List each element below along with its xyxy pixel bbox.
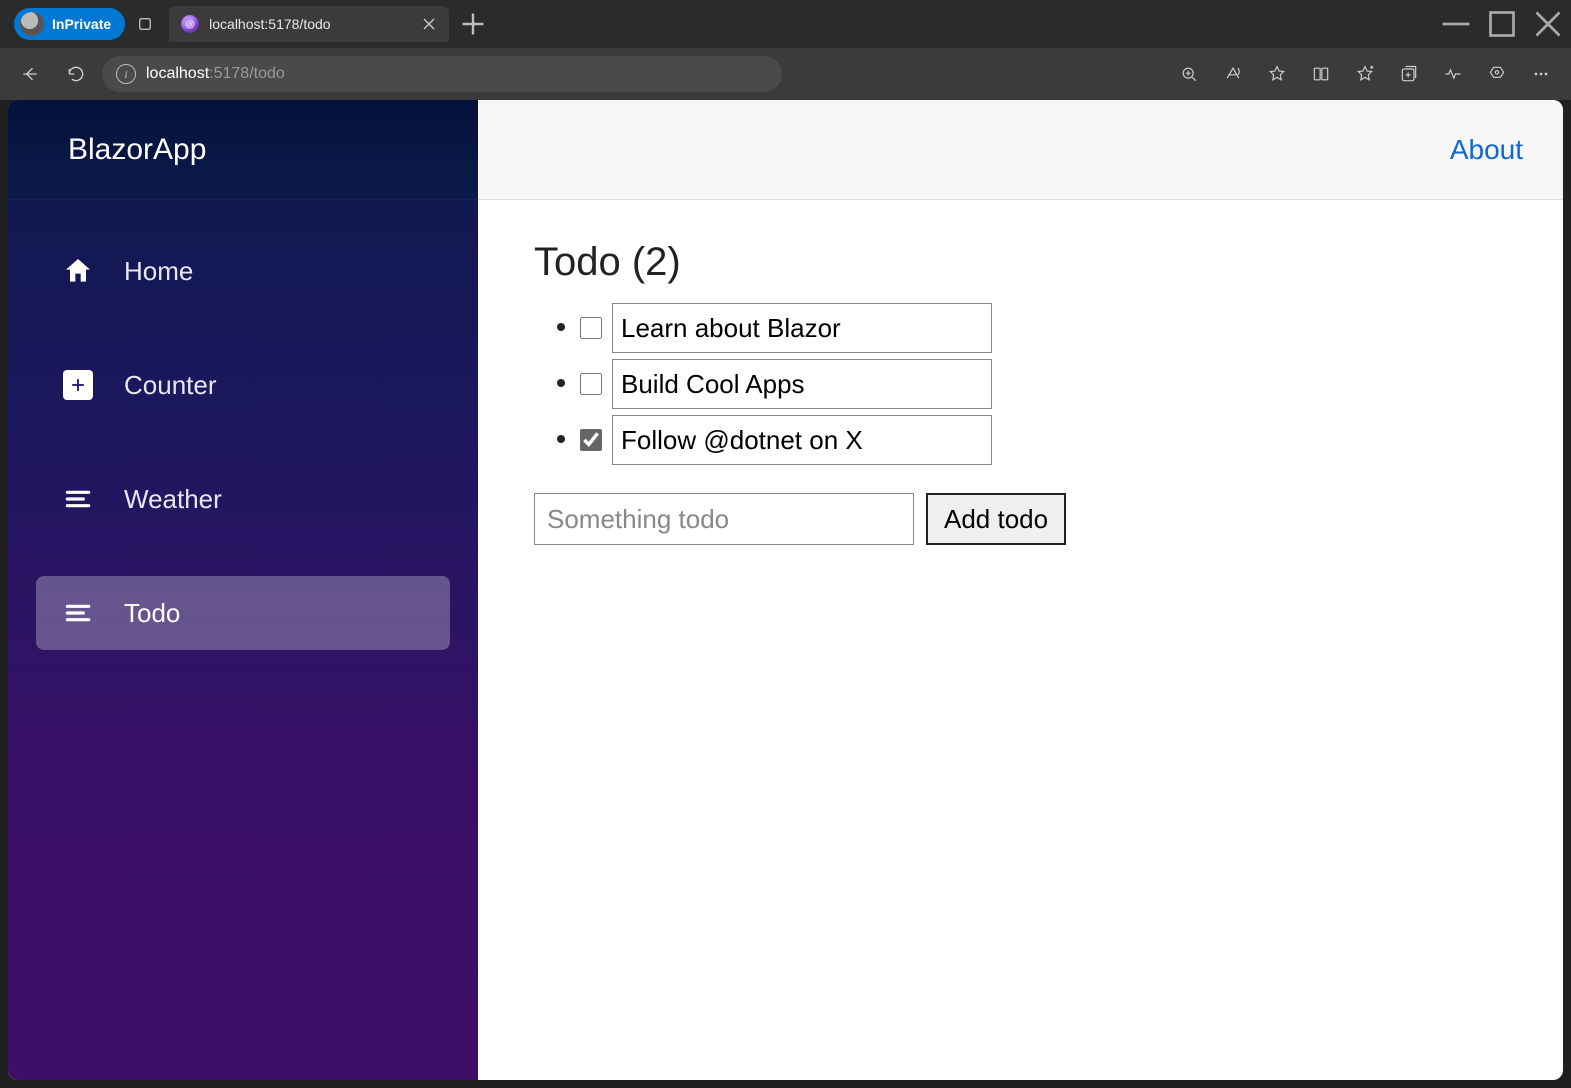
arrow-left-icon <box>20 64 40 84</box>
maximize-icon <box>1479 1 1525 47</box>
sidebar-item-weather[interactable]: Weather <box>36 462 450 536</box>
more-icon <box>1531 64 1551 84</box>
heartbeat-icon <box>1443 64 1463 84</box>
window-minimize-button[interactable] <box>1433 4 1479 44</box>
todo-item <box>580 359 1507 409</box>
zoom-icon <box>1179 64 1199 84</box>
todo-item <box>580 303 1507 353</box>
settings-more-button[interactable] <box>1521 54 1561 94</box>
todo-title-input[interactable] <box>612 303 992 353</box>
add-row: Add todo <box>534 493 1507 545</box>
todo-title-input[interactable] <box>612 415 992 465</box>
sidebar-item-label: Todo <box>124 598 180 629</box>
inprivate-label: InPrivate <box>52 16 111 32</box>
tab-title: localhost:5178/todo <box>209 16 409 32</box>
url-path: :5178/todo <box>209 65 285 82</box>
browser-tab[interactable]: ◎ localhost:5178/todo <box>169 6 449 42</box>
star-plus-icon <box>1355 64 1375 84</box>
todo-title-input[interactable] <box>612 359 992 409</box>
sidebar-item-label: Counter <box>124 370 217 401</box>
add-todo-button[interactable]: Add todo <box>926 493 1066 545</box>
refresh-button[interactable] <box>56 54 96 94</box>
window-close-button[interactable] <box>1525 4 1571 44</box>
new-todo-input[interactable] <box>534 493 914 545</box>
performance-button[interactable] <box>1433 54 1473 94</box>
sidebar-item-home[interactable]: Home <box>36 234 450 308</box>
page-content: Todo (2) <box>478 200 1563 585</box>
url-text: localhost:5178/todo <box>146 65 285 83</box>
top-bar: About <box>478 100 1563 200</box>
list-icon <box>62 597 94 629</box>
minimize-icon <box>1433 1 1479 47</box>
close-icon <box>1525 1 1571 47</box>
browser-titlebar: InPrivate ◎ localhost:5178/todo <box>0 0 1571 48</box>
plus-icon <box>455 6 491 42</box>
sidebar-item-label: Weather <box>124 484 222 515</box>
main-area: About Todo (2) <box>478 100 1563 1080</box>
extensions-button[interactable] <box>1477 54 1517 94</box>
split-icon <box>1311 64 1331 84</box>
window-maximize-button[interactable] <box>1479 4 1525 44</box>
favorite-button[interactable] <box>1257 54 1297 94</box>
tab-actions-icon <box>136 15 154 33</box>
list-icon <box>62 483 94 515</box>
brand-bar: BlazorApp <box>8 100 478 200</box>
address-bar[interactable]: i localhost:5178/todo <box>102 56 782 92</box>
tab-actions-button[interactable] <box>125 4 165 44</box>
sidebar-item-counter[interactable]: Counter <box>36 348 450 422</box>
todo-checkbox[interactable] <box>580 373 602 395</box>
star-icon <box>1267 64 1287 84</box>
about-link[interactable]: About <box>1450 134 1523 166</box>
todo-checkbox[interactable] <box>580 317 602 339</box>
sidebar-nav: Home Counter Weather Todo <box>8 200 478 650</box>
window-controls <box>1433 4 1571 44</box>
extension-icon <box>1487 64 1507 84</box>
favorites-list-button[interactable] <box>1345 54 1385 94</box>
app-title: BlazorApp <box>68 133 206 167</box>
read-aloud-icon <box>1223 64 1243 84</box>
browser-toolbar: i localhost:5178/todo <box>0 48 1571 100</box>
tab-close-button[interactable] <box>419 14 439 34</box>
home-icon <box>62 255 94 287</box>
todo-checkbox[interactable] <box>580 429 602 451</box>
refresh-icon <box>66 64 86 84</box>
blazor-favicon-icon: ◎ <box>181 15 199 33</box>
close-icon <box>419 14 439 34</box>
todo-list <box>534 303 1507 465</box>
zoom-button[interactable] <box>1169 54 1209 94</box>
profile-avatar-icon <box>20 12 44 36</box>
sidebar-item-label: Home <box>124 256 193 287</box>
site-info-icon[interactable]: i <box>116 64 136 84</box>
back-button[interactable] <box>10 54 50 94</box>
sidebar-item-todo[interactable]: Todo <box>36 576 450 650</box>
url-host: localhost <box>146 65 209 82</box>
read-aloud-button[interactable] <box>1213 54 1253 94</box>
app-sidebar: BlazorApp Home Counter Weather <box>8 100 478 1080</box>
inprivate-badge[interactable]: InPrivate <box>14 8 125 40</box>
page-viewport: BlazorApp Home Counter Weather <box>8 100 1563 1080</box>
new-tab-button[interactable] <box>455 6 491 42</box>
split-screen-button[interactable] <box>1301 54 1341 94</box>
todo-heading: Todo (2) <box>534 240 1507 285</box>
collections-button[interactable] <box>1389 54 1429 94</box>
todo-item <box>580 415 1507 465</box>
collections-icon <box>1399 64 1419 84</box>
plus-box-icon <box>62 369 94 401</box>
